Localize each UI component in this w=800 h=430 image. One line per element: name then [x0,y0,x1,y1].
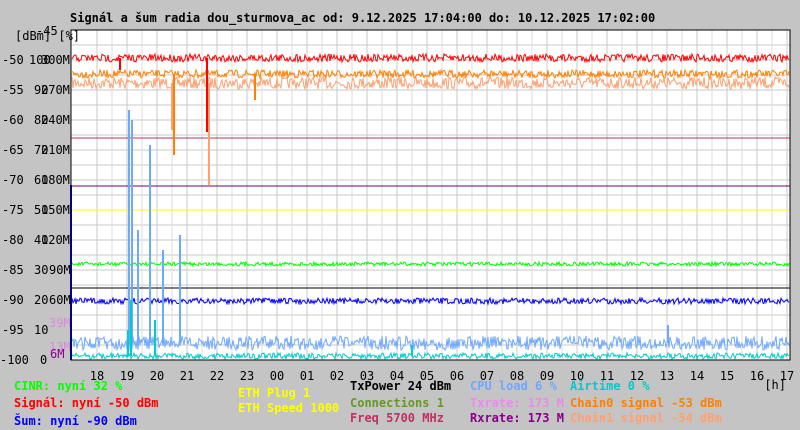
y-tick-rate: 150M [41,203,70,217]
plot-area: 18 19 20 21 22 23 00 01 02 03 04 05 06 07 08 09 10 11 12 13… [0,24,794,392]
y-tick-dbm: -60 [2,113,24,127]
y-tick-rate: 240M [41,113,70,127]
y-tick-dbm: -70 [2,173,24,187]
x-tick-label: 22 [210,369,224,383]
legend-txrate: Txrate: 173 M [470,396,564,410]
y-tick-rate: 120M [41,233,70,247]
y-tick-rate: 180M [41,173,70,187]
y-tick-pct: 10 [34,323,48,337]
x-axis-label: [h] [764,378,786,392]
y-tick-pct: 20 [34,293,48,307]
legend-cinr: CINR: nyní 32 % [14,379,123,393]
legend-txpower: TxPower 24 dBm [350,379,452,393]
x-tick-label: 15 [720,369,734,383]
y-tick-dbm: -50 [2,53,24,67]
legend-rxrate: Rxrate: 173 M [470,411,564,425]
legend-connections: Connections 1 [350,396,444,410]
legend-eth-plug: ETH Plug 1 [238,386,311,400]
x-tick-label: 01 [300,369,314,383]
legend-noise: Šum: nyní -90 dBm [14,414,137,428]
y-tick-rate: 270M [41,83,70,97]
y-tick-rate: 210M [41,143,70,157]
y-tick-rate: 90M [49,263,71,277]
y-tick-dbm: -55 [2,83,24,97]
y-tick-dbm: -65 [2,143,24,157]
y-tick-rate-extra: 6M [50,347,64,361]
y-tick-dbm: -90 [2,293,24,307]
legend-freq: Freq 5700 MHz [350,411,444,425]
x-tick-label: 14 [690,369,704,383]
x-tick-label: 02 [330,369,344,383]
x-tick-label: 00 [270,369,284,383]
legend-signal: Signál: nyní -50 dBm [14,396,159,410]
x-tick-label: 13 [660,369,674,383]
y-tick-dbm: -80 [2,233,24,247]
y-tick-dbm: -75 [2,203,24,217]
legend-eth-speed: ETH Speed 1000 [238,401,340,415]
y-tick-rate: 60M [49,293,71,307]
y-tick-rate-extra: 39M [49,316,71,330]
x-tick-label: 21 [180,369,194,383]
legend-chain0: Chain0 signal -53 dBm [570,396,722,410]
y-tick-dbm: -100 [0,353,29,367]
y-tick-dbm: -95 [2,323,24,337]
y-tick-dbm: -85 [2,263,24,277]
legend-cpu: CPU load 6 % [470,379,557,393]
x-tick-label: 20 [150,369,164,383]
y-tick-dbm: -45 [36,24,58,38]
chart-window: Signál a šum radia dou_sturmova_ac od: 9… [0,0,800,430]
legend-chain1: Chain1 signal -54 dBm [570,411,722,425]
y-tick-pct: 0 [40,353,47,367]
y-tick-rate: 300M [41,53,70,67]
x-tick-label: 23 [240,369,254,383]
legend-airtime: Airtime 0 % [570,379,650,393]
x-tick-label: 16 [750,369,764,383]
x-tick-label: 06 [450,369,464,383]
y-tick-pct: 30 [34,263,48,277]
